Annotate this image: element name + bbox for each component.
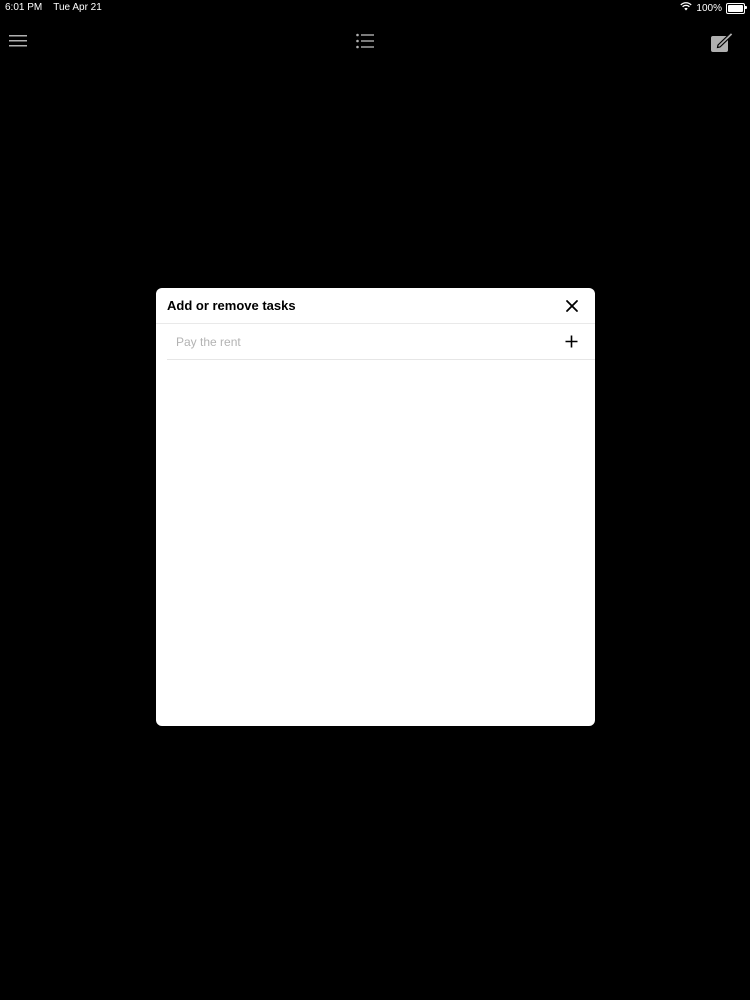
app-screen: 6:01 PM Tue Apr 21 100% Add or remove ta… xyxy=(0,0,750,1000)
status-bar: 6:01 PM Tue Apr 21 100% xyxy=(0,0,750,16)
modal-title: Add or remove tasks xyxy=(167,298,296,313)
status-right: 100% xyxy=(680,2,747,14)
hamburger-menu-icon[interactable] xyxy=(9,34,28,48)
battery-fill xyxy=(728,4,743,12)
new-task-input[interactable] xyxy=(176,333,536,351)
new-task-row xyxy=(167,324,595,360)
compose-icon[interactable] xyxy=(710,31,735,53)
status-time: 6:01 PM xyxy=(5,2,43,13)
tasks-modal: Add or remove tasks xyxy=(156,288,595,726)
status-left: 6:01 PM Tue Apr 21 xyxy=(5,2,102,13)
modal-header: Add or remove tasks xyxy=(156,288,595,324)
list-icon[interactable] xyxy=(356,33,375,49)
status-date: Tue Apr 21 xyxy=(53,2,102,13)
battery-icon xyxy=(726,2,747,14)
battery-tip xyxy=(745,5,747,9)
wifi-icon xyxy=(680,2,693,14)
plus-icon[interactable] xyxy=(565,335,578,348)
battery-percent: 100% xyxy=(696,2,722,14)
close-icon[interactable] xyxy=(565,299,579,313)
